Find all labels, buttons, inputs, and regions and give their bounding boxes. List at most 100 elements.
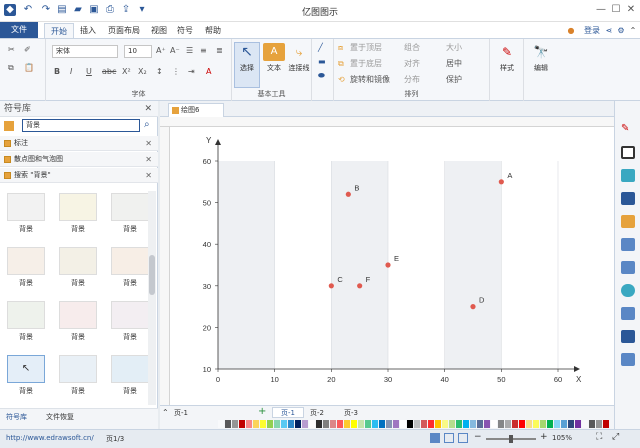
palette-swatch[interactable] xyxy=(316,420,322,428)
color-palette[interactable] xyxy=(218,419,612,429)
font-family-select[interactable]: 宋体 xyxy=(52,45,118,58)
palette-swatch[interactable] xyxy=(330,420,336,428)
protect-label[interactable]: 保护 xyxy=(446,75,462,85)
palette-swatch[interactable] xyxy=(295,420,301,428)
palette-swatch[interactable] xyxy=(372,420,378,428)
layers-icon[interactable] xyxy=(621,192,635,205)
tab-symbols[interactable]: 符号 xyxy=(174,23,196,38)
zoom-slider[interactable] xyxy=(486,435,536,443)
palette-swatch[interactable] xyxy=(540,420,546,428)
background-thumbnail[interactable] xyxy=(111,301,149,329)
background-thumbnail[interactable] xyxy=(111,247,149,275)
font-size-select[interactable]: 10 xyxy=(124,45,152,58)
bring-front-icon[interactable]: ⧈ xyxy=(338,43,343,53)
tab-page-layout[interactable]: 页面布局 xyxy=(104,23,144,38)
background-thumbnail[interactable] xyxy=(7,301,45,329)
palette-swatch[interactable] xyxy=(274,420,280,428)
search-icon[interactable]: ⌕ xyxy=(144,119,150,130)
palette-swatch[interactable] xyxy=(253,420,259,428)
fill-icon[interactable]: ✎ xyxy=(621,123,635,136)
format-painter-icon[interactable]: ✐ xyxy=(24,45,31,55)
palette-swatch[interactable] xyxy=(561,420,567,428)
rectangle-icon[interactable]: ▬ xyxy=(318,57,326,67)
underline-icon[interactable]: U xyxy=(86,67,92,77)
page-view-icon[interactable] xyxy=(430,433,440,443)
indent-icon[interactable]: ⇥ xyxy=(188,67,195,77)
palette-swatch[interactable] xyxy=(533,420,539,428)
grow-font-icon[interactable]: A⁺ xyxy=(156,46,166,56)
category-callout[interactable]: 标注 ✕ xyxy=(0,136,158,151)
fit-width-icon[interactable]: ⛶ xyxy=(596,432,602,442)
font-color-icon[interactable]: A xyxy=(206,67,211,77)
save-icon[interactable]: ▣ xyxy=(88,4,100,16)
palette-swatch[interactable] xyxy=(400,420,406,428)
palette-swatch[interactable] xyxy=(547,420,553,428)
send-back-icon[interactable]: ⧉ xyxy=(338,59,344,69)
numbered-list-icon[interactable]: ⋮ xyxy=(172,67,180,77)
palette-swatch[interactable] xyxy=(428,420,434,428)
palette-swatch[interactable] xyxy=(477,420,483,428)
italic-icon[interactable]: I xyxy=(70,67,72,77)
tab-file[interactable]: 文件 xyxy=(0,22,38,38)
undo-icon[interactable]: ↶ xyxy=(22,4,34,16)
image-icon[interactable] xyxy=(621,215,635,228)
category-close-icon[interactable]: ✕ xyxy=(145,152,152,167)
palette-swatch[interactable] xyxy=(407,420,413,428)
collapse-ribbon-icon[interactable]: ⌃ xyxy=(628,23,638,38)
more-icon[interactable]: ▾ xyxy=(136,4,148,16)
bold-icon[interactable]: B xyxy=(54,67,60,77)
category-close-icon[interactable]: ✕ xyxy=(145,136,152,151)
palette-swatch[interactable] xyxy=(435,420,441,428)
login-link[interactable]: 登录 xyxy=(582,23,602,38)
palette-swatch[interactable] xyxy=(218,420,224,428)
palette-swatch[interactable] xyxy=(260,420,266,428)
distribute-label[interactable]: 分布 xyxy=(404,75,420,85)
background-thumbnail[interactable] xyxy=(59,193,97,221)
panel-scrollbar[interactable] xyxy=(148,191,156,405)
page-icon[interactable] xyxy=(621,261,635,274)
bring-front-label[interactable]: 置于顶层 xyxy=(350,43,382,53)
copy-icon[interactable]: ⧉ xyxy=(8,63,14,73)
palette-swatch[interactable] xyxy=(568,420,574,428)
center-label[interactable]: 居中 xyxy=(446,59,462,69)
palette-swatch[interactable] xyxy=(414,420,420,428)
palette-swatch[interactable] xyxy=(337,420,343,428)
palette-swatch[interactable] xyxy=(302,420,308,428)
lightbulb-icon[interactable]: ● xyxy=(566,23,576,38)
hyperlink-icon[interactable] xyxy=(621,330,635,343)
palette-swatch[interactable] xyxy=(498,420,504,428)
palette-swatch[interactable] xyxy=(505,420,511,428)
full-screen-icon[interactable] xyxy=(458,433,468,443)
share-icon[interactable]: ⋖ xyxy=(604,23,614,38)
background-thumbnail[interactable] xyxy=(7,247,45,275)
navigator-icon[interactable] xyxy=(621,284,635,297)
palette-swatch[interactable] xyxy=(596,420,602,428)
palette-swatch[interactable] xyxy=(421,420,427,428)
background-thumbnail[interactable] xyxy=(59,301,97,329)
minimize-icon[interactable]: — xyxy=(594,3,608,17)
paste-icon[interactable]: 📋 xyxy=(24,63,34,73)
text-align-right-icon[interactable]: ≣ xyxy=(216,46,223,56)
symbol-search-input[interactable]: 背景 xyxy=(22,119,140,132)
strikethrough-icon[interactable]: abc xyxy=(102,67,116,77)
settings-gear-icon[interactable]: ⚙ xyxy=(616,23,626,38)
palette-swatch[interactable] xyxy=(554,420,560,428)
category-close-icon[interactable]: ✕ xyxy=(145,168,152,183)
palette-swatch[interactable] xyxy=(267,420,273,428)
rotate-label[interactable]: 旋转和镜像 xyxy=(350,75,390,85)
background-thumbnail[interactable] xyxy=(111,193,149,221)
palette-swatch[interactable] xyxy=(379,420,385,428)
fullscreen-toggle-icon[interactable]: ⤢ xyxy=(612,432,619,442)
palette-swatch[interactable] xyxy=(351,420,357,428)
scroll-thumb[interactable] xyxy=(149,255,155,295)
redo-icon[interactable]: ↷ xyxy=(40,4,52,16)
background-thumbnail[interactable]: ↖ xyxy=(7,355,45,383)
cut-icon[interactable]: ✂ xyxy=(8,45,15,55)
palette-swatch[interactable] xyxy=(442,420,448,428)
print-icon[interactable]: ⎙ xyxy=(104,4,116,16)
zoom-slider-thumb[interactable] xyxy=(509,435,513,443)
palette-swatch[interactable] xyxy=(526,420,532,428)
zoom-out-icon[interactable]: − xyxy=(474,432,482,442)
bullet-list-icon[interactable]: ☰ xyxy=(186,46,193,56)
palette-swatch[interactable] xyxy=(589,420,595,428)
